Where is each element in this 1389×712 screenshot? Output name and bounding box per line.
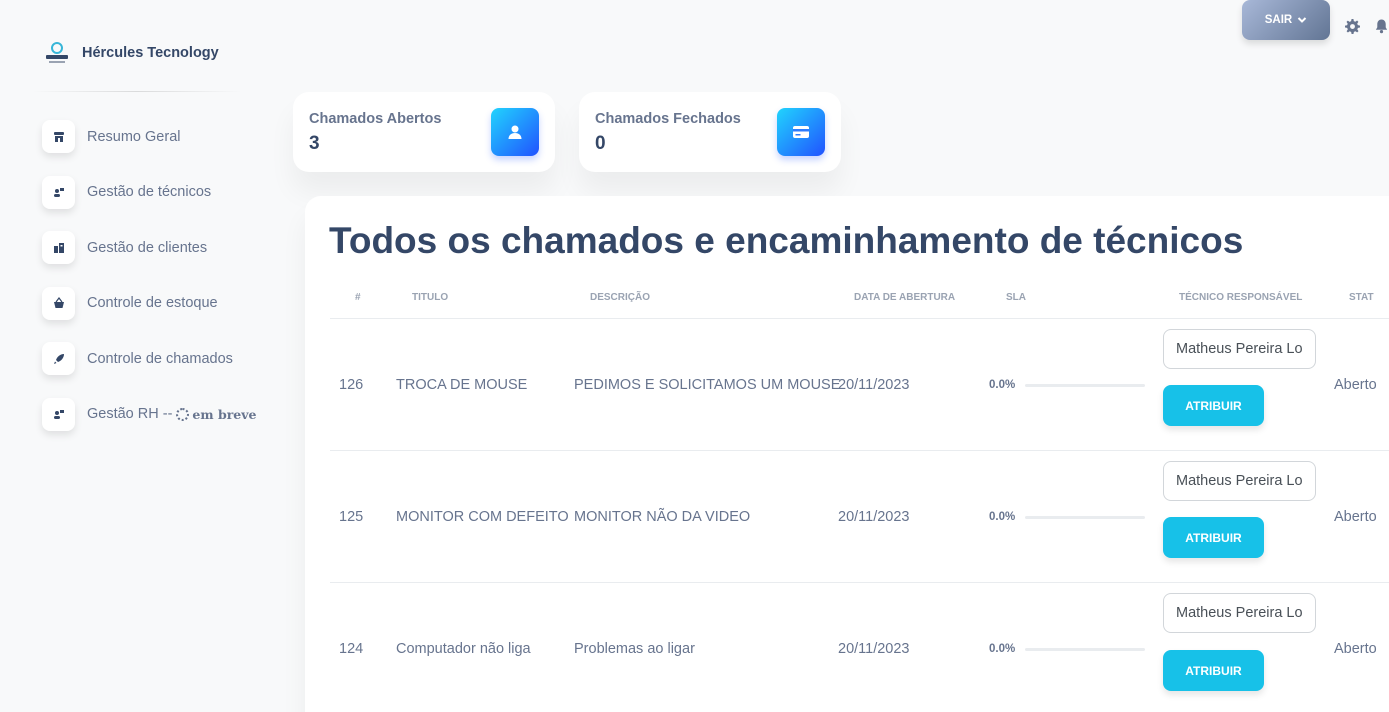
sla-value: 0.0% xyxy=(989,379,1016,391)
users-icon xyxy=(42,397,75,431)
cell-title: Computador não liga xyxy=(396,641,531,657)
table-divider xyxy=(330,450,1389,451)
store-icon xyxy=(42,120,75,153)
sidebar-item-resumo-geral[interactable]: Resumo Geral xyxy=(42,120,256,153)
cell-date: 20/11/2023 xyxy=(838,377,910,393)
cell-description: PEDIMOS E SOLICITAMOS UM MOUSE xyxy=(574,377,841,393)
cell-id: 126 xyxy=(339,377,364,393)
spinner-icon xyxy=(176,407,190,421)
credit-card-icon xyxy=(777,108,825,156)
stat-value: 0 xyxy=(595,133,606,154)
stat-label: Chamados Abertos xyxy=(309,111,442,127)
cell-description: MONITOR NÃO DA VIDEO xyxy=(574,509,751,525)
sla-value: 0.0% xyxy=(989,511,1016,523)
building-icon xyxy=(42,231,75,264)
assign-button[interactable]: ATRIBUIR xyxy=(1163,517,1264,558)
bell-icon[interactable] xyxy=(1374,18,1389,34)
tecnico-select[interactable]: Matheus Pereira Lo xyxy=(1163,329,1316,369)
cell-date: 20/11/2023 xyxy=(838,509,910,525)
sla-progress-bar xyxy=(1025,384,1145,387)
brand[interactable]: Hércules Tecnology xyxy=(46,42,219,64)
sidebar-item-label: Gestão de clientes xyxy=(87,239,208,256)
column-header-id: # xyxy=(355,292,361,303)
tickets-card: Todos os chamados e encaminhamento de té… xyxy=(305,196,1389,712)
table-divider xyxy=(330,318,1389,319)
tecnico-select[interactable]: Matheus Pereira Lo xyxy=(1163,461,1316,501)
sidebar-item-controle-chamados[interactable]: Controle de chamados xyxy=(42,342,256,375)
assign-button[interactable]: ATRIBUIR xyxy=(1163,385,1264,426)
sidebar-item-gestao-tecnicos[interactable]: Gestão de técnicos xyxy=(42,175,256,209)
cell-id: 125 xyxy=(339,509,364,525)
cell-title: MONITOR COM DEFEITO xyxy=(396,509,569,525)
users-icon xyxy=(42,175,75,209)
user-icon xyxy=(491,108,539,156)
tecnico-select[interactable]: Matheus Pereira Lo xyxy=(1163,593,1316,633)
assign-button[interactable]: ATRIBUIR xyxy=(1163,650,1264,691)
brand-logo xyxy=(46,42,68,64)
rocket-icon xyxy=(42,342,75,375)
sidebar-item-label: Gestão RH -- xyxy=(87,406,173,422)
column-header-titulo: TITULO xyxy=(412,292,449,303)
cell-status: Aberto xyxy=(1334,509,1377,525)
sla-value: 0.0% xyxy=(989,643,1016,655)
app-page: Hércules Tecnology Resumo Geral Gestão d… xyxy=(0,0,1389,712)
column-header-sla: SLA xyxy=(1006,292,1026,303)
logout-button[interactable]: SAIR xyxy=(1242,0,1330,40)
sidebar-nav: Resumo Geral Gestão de técnicos Gestão d… xyxy=(42,120,256,453)
cell-date: 20/11/2023 xyxy=(838,641,910,657)
cell-description: Problemas ao ligar xyxy=(574,641,695,657)
gear-icon[interactable] xyxy=(1345,19,1360,34)
chevron-down-icon xyxy=(1298,17,1307,23)
cell-id: 124 xyxy=(339,641,364,657)
stat-value: 3 xyxy=(309,133,320,154)
sla-progress-bar xyxy=(1025,516,1145,519)
sidebar-item-label: Controle de chamados xyxy=(87,350,233,367)
coming-soon-badge: em breve xyxy=(174,407,256,422)
cell-status: Aberto xyxy=(1334,377,1377,393)
brand-name: Hércules Tecnology xyxy=(82,45,219,61)
sidebar-item-label: Gestão de técnicos xyxy=(87,184,212,200)
sidebar-item-gestao-clientes[interactable]: Gestão de clientes xyxy=(42,231,256,264)
basket-icon xyxy=(42,286,75,320)
coming-soon-label: em breve xyxy=(192,406,257,422)
cell-status: Aberto xyxy=(1334,641,1377,657)
sidebar-divider xyxy=(32,91,242,92)
page-title: Todos os chamados e encaminhamento de té… xyxy=(329,220,1244,261)
column-header-data: DATA DE ABERTURA xyxy=(854,292,956,303)
stat-card-fechados: Chamados Fechados 0 xyxy=(579,92,841,172)
stat-card-abertos: Chamados Abertos 3 xyxy=(293,92,555,172)
table-divider xyxy=(330,582,1389,583)
stat-label: Chamados Fechados xyxy=(595,111,741,127)
cell-title: TROCA DE MOUSE xyxy=(396,377,528,393)
sidebar-item-label: Resumo Geral xyxy=(87,128,181,145)
sidebar-item-controle-estoque[interactable]: Controle de estoque xyxy=(42,286,256,320)
sidebar-item-gestao-rh[interactable]: Gestão RH -- em breve xyxy=(42,397,256,431)
column-header-status: STAT xyxy=(1349,292,1374,303)
logout-label: SAIR xyxy=(1264,14,1293,26)
sidebar-item-label: Controle de estoque xyxy=(87,295,218,311)
sla-progress-bar xyxy=(1025,648,1145,651)
column-header-descricao: DESCRIÇÃO xyxy=(590,292,651,303)
column-header-tecnico: TÉCNICO RESPONSÁVEL xyxy=(1179,292,1303,303)
